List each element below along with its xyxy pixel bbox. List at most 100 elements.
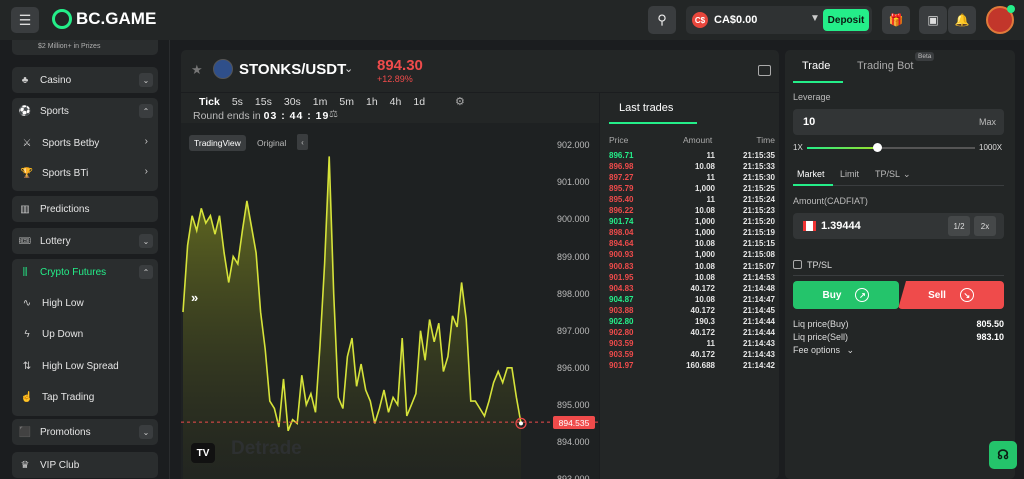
- timeframe-tab[interactable]: 5s: [232, 96, 243, 108]
- y-tick-label: 896.000: [557, 362, 590, 373]
- amount-input[interactable]: 1.39444 1/2 2x: [793, 213, 1004, 239]
- y-tick-label: 897.000: [557, 325, 590, 336]
- tab-tradingview[interactable]: TradingView: [189, 135, 246, 151]
- amount-label: Amount(CADFIAT): [793, 196, 868, 206]
- sidebar-group-predictions: ▥ Predictions: [12, 196, 158, 222]
- timeframe-tab[interactable]: 1d: [413, 96, 425, 108]
- balance: CA$0.00: [714, 14, 758, 26]
- currency-badge: C$: [692, 12, 708, 28]
- trade-price: 900.83: [609, 261, 634, 271]
- leverage-label: Leverage: [793, 92, 831, 102]
- sidebar-item-high-low-spread[interactable]: ⇅ High Low Spread: [12, 353, 158, 379]
- chevron-down-icon[interactable]: ⌄: [903, 169, 911, 180]
- sidebar-item-high-low[interactable]: ∿ High Low: [12, 290, 158, 316]
- chevron-down-icon[interactable]: ⌄: [139, 73, 153, 87]
- trade-row: 896.98 10.08 21:15:33: [609, 162, 775, 172]
- tab-original[interactable]: Original: [257, 138, 286, 148]
- timeframe-tab[interactable]: 30s: [284, 96, 301, 108]
- trade-amount: 10.08: [694, 206, 715, 216]
- buy-button[interactable]: Buy ↗: [793, 281, 899, 309]
- price-area: [183, 156, 521, 479]
- prize-banner[interactable]: $2 Million+ in Prizes: [12, 40, 158, 55]
- chevron-up-icon[interactable]: ⌃: [139, 265, 153, 279]
- chevron-up-icon[interactable]: ⌃: [139, 104, 153, 118]
- menu-icon[interactable]: ☰: [11, 7, 39, 33]
- trade-time: 21:15:19: [742, 228, 775, 238]
- y-tick-label: 902.000: [557, 140, 590, 151]
- avatar[interactable]: [986, 5, 1015, 34]
- trade-price: 898.04: [609, 228, 634, 238]
- chevron-down-icon[interactable]: ▼: [810, 13, 820, 24]
- sidebar-item-vip-club[interactable]: ♛ VIP Club: [12, 452, 158, 478]
- timeframe-tab[interactable]: Tick: [199, 96, 220, 108]
- gift-icon[interactable]: 🎁: [882, 6, 910, 34]
- max-button[interactable]: Max: [979, 117, 996, 127]
- sidebar-item-sports[interactable]: ⚽ Sports ⌃: [12, 98, 158, 124]
- sell-button[interactable]: Sell ↘: [898, 281, 1004, 309]
- chat-icon[interactable]: ▣: [919, 6, 947, 34]
- chevron-left-icon[interactable]: ‹: [297, 134, 308, 150]
- updown-arrows-icon: ⇅: [22, 360, 32, 372]
- amount-value: 1.39444: [821, 220, 861, 232]
- sidebar-item-predictions[interactable]: ▥ Predictions: [12, 196, 158, 222]
- chevron-down-icon[interactable]: ⌄: [139, 234, 153, 248]
- sidebar-item-up-down[interactable]: ϟ Up Down: [12, 321, 158, 347]
- slider-handle[interactable]: [873, 143, 882, 152]
- sidebar-item-sports-bti[interactable]: 🏆 Sports BTi ›: [12, 160, 158, 186]
- tab-market[interactable]: Market: [797, 169, 825, 179]
- timeframe-tab[interactable]: 4h: [390, 96, 402, 108]
- trade-time: 21:14:42: [742, 360, 775, 370]
- tab-trade[interactable]: Trade: [802, 60, 830, 72]
- liq-price-sell: Liq price(Sell) 983.10: [793, 332, 1004, 342]
- trade-amount: 10.08: [694, 261, 715, 271]
- tap-icon: ☝: [20, 391, 34, 403]
- trade-time: 21:15:07: [742, 261, 775, 271]
- trade-row: 903.88 40.172 21:14:45: [609, 306, 775, 316]
- sidebar-item-lottery[interactable]: 🎟 Lottery ⌄: [12, 228, 158, 254]
- trade-amount: 40.172: [690, 305, 715, 315]
- sidebar-group-casino: ♣ Casino ⌄: [12, 67, 158, 93]
- tab-tpsl[interactable]: TP/SL: [875, 169, 900, 179]
- book-icon[interactable]: [758, 65, 771, 76]
- sidebar-item-crypto-futures[interactable]: ⫼ Crypto Futures ⌃: [12, 259, 158, 285]
- timeframe-tab[interactable]: 1m: [313, 96, 328, 108]
- chevron-down-icon[interactable]: ⌄: [344, 62, 353, 75]
- wallet-selector[interactable]: C$ CA$0.00 ▼ Deposit: [686, 6, 872, 34]
- price-change: +12.89%: [377, 74, 413, 84]
- bell-icon[interactable]: 🔔: [948, 6, 976, 34]
- trade-row: 901.97 160.688 21:14:42: [609, 361, 775, 371]
- headset-icon[interactable]: ☊: [989, 441, 1017, 469]
- tpsl-checkbox[interactable]: [793, 260, 802, 269]
- trade-amount: 11: [706, 338, 715, 348]
- brand-logo[interactable]: BC.GAME: [52, 9, 156, 29]
- tab-limit[interactable]: Limit: [840, 169, 859, 179]
- slider-fill: [807, 147, 877, 149]
- sidebar-item-sports-betby[interactable]: ⚔ Sports Betby ›: [12, 130, 158, 156]
- leverage-input[interactable]: 10 Max: [793, 109, 1004, 135]
- sidebar-item-casino[interactable]: ♣ Casino ⌄: [12, 67, 158, 93]
- half-button[interactable]: 1/2: [948, 216, 970, 236]
- round-time: 03 : 44 : 19: [263, 110, 330, 122]
- search-icon[interactable]: ⚲: [648, 6, 676, 34]
- watermark: Detrade: [231, 438, 302, 459]
- timeframe-tab[interactable]: 5m: [339, 96, 354, 108]
- tab-trading-bot[interactable]: Trading Bot: [857, 60, 913, 72]
- settings-icon[interactable]: ⚙: [455, 95, 465, 108]
- deposit-button[interactable]: Deposit: [823, 9, 869, 31]
- price-chart[interactable]: [181, 123, 599, 479]
- double-button[interactable]: 2x: [974, 216, 996, 236]
- timeframe-tab[interactable]: 15s: [255, 96, 272, 108]
- y-tick-label: 898.000: [557, 288, 590, 299]
- double-chevron-right-icon[interactable]: »: [191, 290, 198, 305]
- last-trades-title[interactable]: Last trades: [619, 102, 673, 114]
- sidebar-item-promotions[interactable]: ⬛ Promotions ⌄: [12, 419, 158, 445]
- chevron-down-icon[interactable]: ⌄: [139, 425, 153, 439]
- divider: [793, 275, 1004, 276]
- leverage-slider[interactable]: [807, 143, 975, 152]
- timeframe-tab[interactable]: 1h: [366, 96, 378, 108]
- scale-icon[interactable]: ⚖: [329, 109, 338, 120]
- fee-options[interactable]: Fee options ⌄: [793, 345, 1004, 356]
- star-icon[interactable]: ★: [191, 62, 203, 78]
- pair-selector[interactable]: STONKS/USDT: [239, 61, 346, 78]
- sidebar-item-tap-trading[interactable]: ☝ Tap Trading: [12, 384, 158, 410]
